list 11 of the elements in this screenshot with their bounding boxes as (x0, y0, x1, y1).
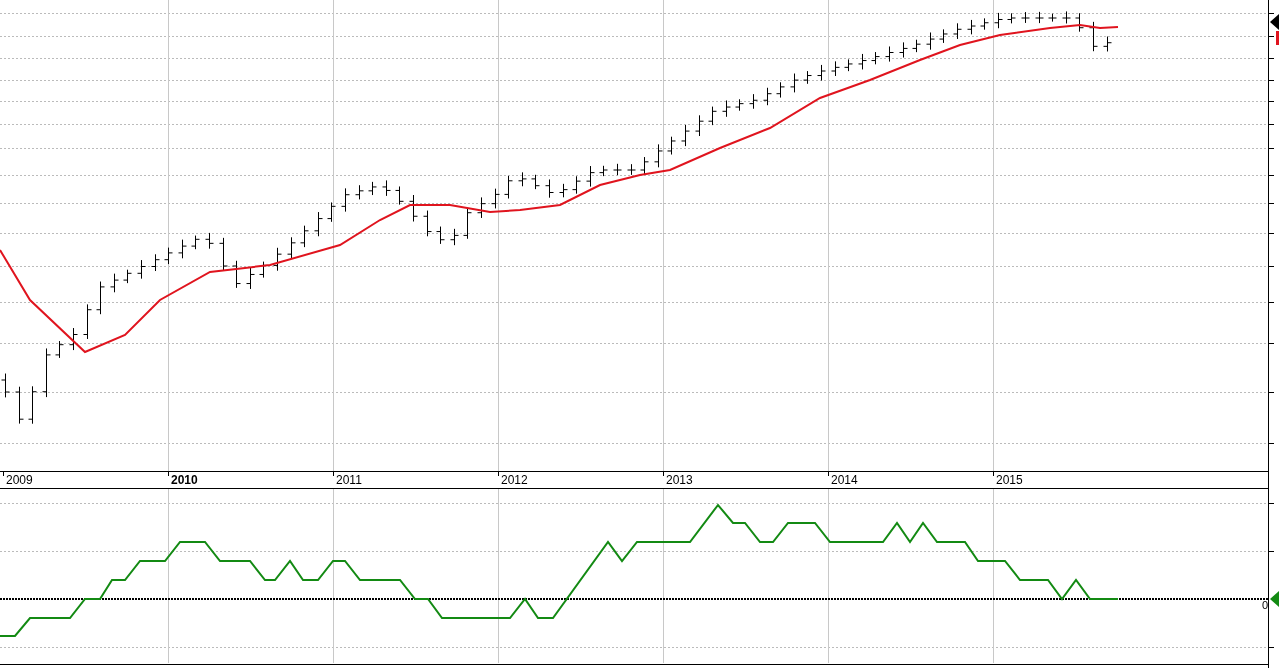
year-label: 2012 (501, 473, 528, 487)
year-label: 2014 (831, 473, 858, 487)
year-label: 2011 (336, 473, 362, 487)
price-marker-icon (1270, 14, 1279, 30)
indicator-marker-icon (1270, 591, 1279, 607)
average-marker-icon (1276, 31, 1279, 45)
year-label: 2015 (996, 473, 1023, 487)
year-label: 2010 (171, 473, 198, 487)
year-label: 2013 (666, 473, 693, 487)
zero-label: 0 (1262, 599, 1269, 611)
year-label: 2009 (6, 473, 33, 487)
